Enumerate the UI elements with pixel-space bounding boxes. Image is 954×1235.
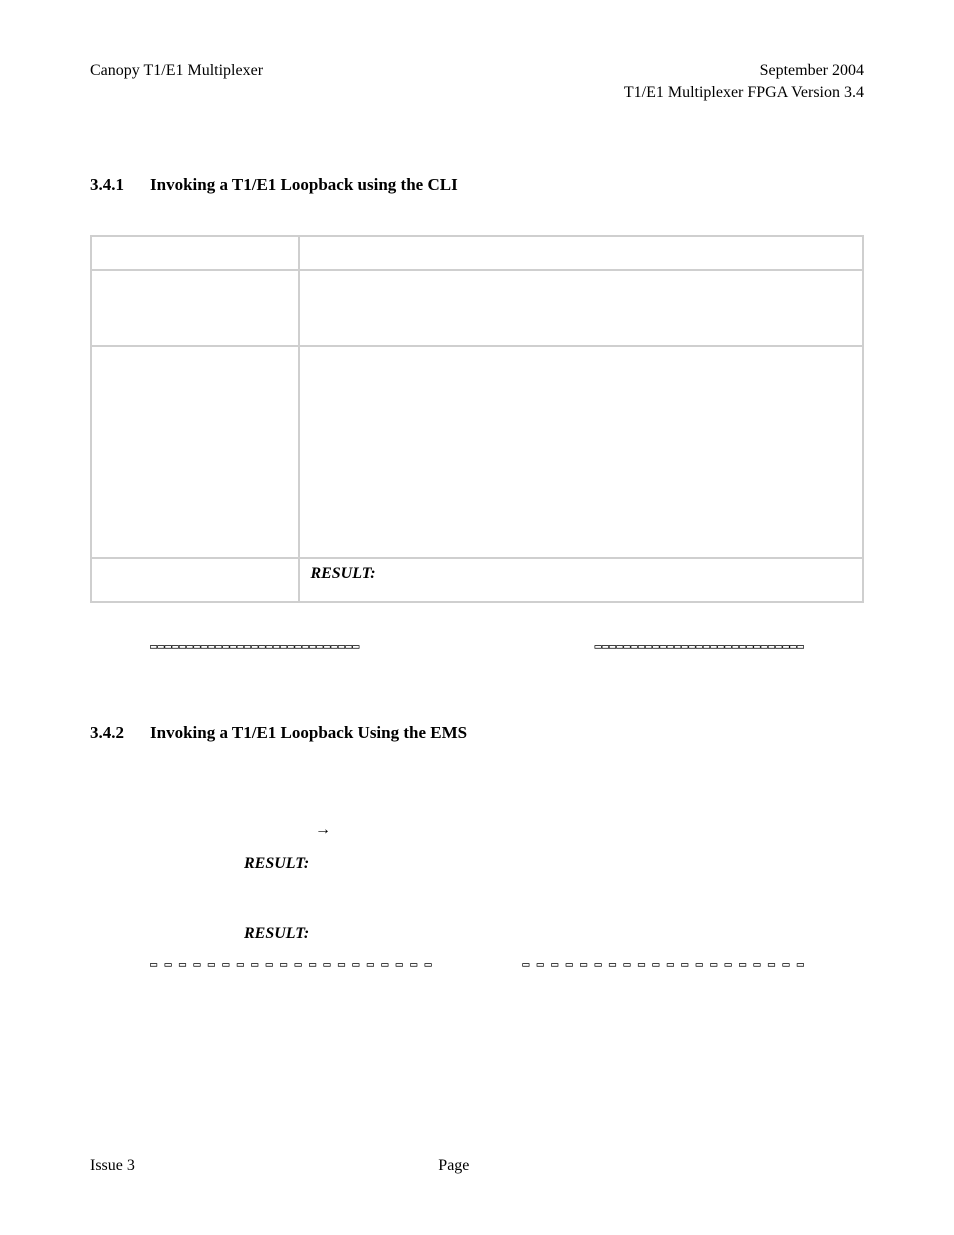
section-title: Invoking a T1/E1 Loopback using the CLI bbox=[150, 175, 864, 195]
page-header: Canopy T1/E1 Multiplexer September 2004 … bbox=[90, 60, 864, 105]
section-body: → RESULT: RESULT: bbox=[200, 783, 824, 947]
end-bar-right: ▭ ▭ ▭ ▭ ▭ ▭ ▭ ▭ ▭ ▭ ▭ ▭ ▭ ▭ ▭ ▭ ▭ ▭ ▭ ▭ bbox=[522, 957, 804, 971]
table-cell bbox=[299, 270, 863, 346]
table-row: RESULT: bbox=[91, 558, 863, 602]
table-cell bbox=[299, 236, 863, 270]
header-version: T1/E1 Multiplexer FPGA Version 3.4 bbox=[624, 82, 864, 104]
body-line bbox=[200, 783, 824, 808]
table-row bbox=[91, 346, 863, 558]
section-3-4-1: 3.4.1 Invoking a T1/E1 Loopback using th… bbox=[90, 175, 864, 653]
body-line bbox=[200, 887, 824, 912]
section-title: Invoking a T1/E1 Loopback Using the EMS bbox=[150, 723, 864, 743]
page-footer: Issue 3 Page bbox=[90, 1157, 864, 1175]
header-left: Canopy T1/E1 Multiplexer bbox=[90, 60, 263, 82]
section-end-bars: ▭▭▭▭▭▭▭▭▭▭▭▭▭▭▭▭▭▭▭▭▭▭▭▭▭▭▭▭▭ ▭▭▭▭▭▭▭▭▭▭… bbox=[90, 639, 864, 653]
result-line: RESULT: bbox=[200, 852, 824, 877]
section-heading: 3.4.2 Invoking a T1/E1 Loopback Using th… bbox=[90, 723, 864, 743]
result-line: RESULT: bbox=[200, 922, 824, 947]
table-cell bbox=[91, 558, 299, 602]
document-page: Canopy T1/E1 Multiplexer September 2004 … bbox=[0, 0, 954, 1235]
body-line-arrow: → bbox=[200, 818, 824, 843]
section-3-4-2: 3.4.2 Invoking a T1/E1 Loopback Using th… bbox=[90, 723, 864, 971]
table-row bbox=[91, 270, 863, 346]
end-bar-left: ▭ ▭ ▭ ▭ ▭ ▭ ▭ ▭ ▭ ▭ ▭ ▭ ▭ ▭ ▭ ▭ ▭ ▭ ▭ ▭ bbox=[150, 957, 432, 971]
table-cell bbox=[91, 236, 299, 270]
end-bar-right: ▭▭▭▭▭▭▭▭▭▭▭▭▭▭▭▭▭▭▭▭▭▭▭▭▭▭▭▭▭ bbox=[594, 639, 804, 653]
end-bar-left: ▭▭▭▭▭▭▭▭▭▭▭▭▭▭▭▭▭▭▭▭▭▭▭▭▭▭▭▭▭ bbox=[150, 639, 360, 653]
table-cell: RESULT: bbox=[299, 558, 863, 602]
result-label: RESULT: bbox=[244, 925, 309, 942]
footer-issue: Issue 3 bbox=[90, 1157, 438, 1175]
footer-page-label: Page bbox=[438, 1157, 515, 1175]
header-right: September 2004 T1/E1 Multiplexer FPGA Ve… bbox=[624, 60, 864, 105]
section-number: 3.4.2 bbox=[90, 723, 150, 743]
section-heading: 3.4.1 Invoking a T1/E1 Loopback using th… bbox=[90, 175, 864, 195]
arrow-icon: → bbox=[314, 818, 332, 843]
table-row bbox=[91, 236, 863, 270]
table-cell bbox=[91, 346, 299, 558]
section-number: 3.4.1 bbox=[90, 175, 150, 195]
table-cell bbox=[91, 270, 299, 346]
loopback-cli-table: RESULT: bbox=[90, 235, 864, 603]
table-cell bbox=[299, 346, 863, 558]
result-label: RESULT: bbox=[244, 855, 309, 872]
result-label: RESULT: bbox=[310, 565, 375, 582]
section-end-bars: ▭ ▭ ▭ ▭ ▭ ▭ ▭ ▭ ▭ ▭ ▭ ▭ ▭ ▭ ▭ ▭ ▭ ▭ ▭ ▭ … bbox=[90, 957, 864, 971]
header-date: September 2004 bbox=[624, 60, 864, 82]
